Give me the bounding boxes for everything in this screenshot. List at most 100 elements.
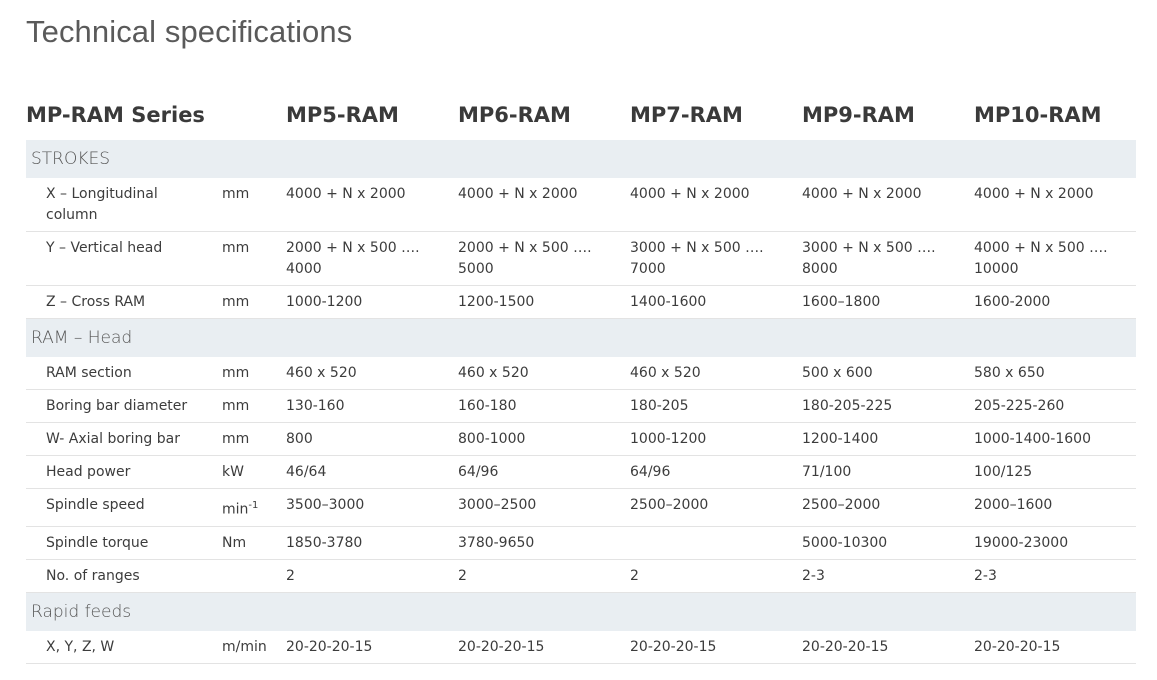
unit-text: mm xyxy=(222,365,250,381)
section-title: RAM – Head xyxy=(26,318,1136,357)
row-unit: mm xyxy=(216,231,280,286)
row-unit: mm xyxy=(216,178,280,232)
unit-text: mm xyxy=(222,240,250,256)
row-label: W- Axial boring bar xyxy=(26,422,216,456)
row-unit: min-1 xyxy=(216,488,280,527)
spec-value: 2 xyxy=(624,559,796,593)
row-label: X – Longitudinal column xyxy=(26,178,216,232)
table-row: Boring bar diameter mm 130-160 160-180 180-2… xyxy=(26,389,1136,423)
row-unit: kW xyxy=(216,455,280,489)
spec-value: 71/100 xyxy=(796,455,968,489)
unit-text: mm xyxy=(222,294,250,310)
spec-value: 1000-1200 xyxy=(624,422,796,456)
row-label: Head power xyxy=(26,455,216,489)
row-unit: mm xyxy=(216,285,280,319)
spec-value: 64/96 xyxy=(624,455,796,489)
spec-value: 800-1000 xyxy=(452,422,624,456)
spec-value: 180-205 xyxy=(624,389,796,423)
spec-value: 20-20-20-15 xyxy=(796,630,968,664)
table-header-row: MP-RAM Series MP5-RAM MP6-RAM MP7-RAM MP… xyxy=(26,90,1136,140)
spec-value: 4000 + N x 2000 xyxy=(452,178,624,232)
spec-value: 5000-10300 xyxy=(796,526,968,560)
section-title: STROKES xyxy=(26,140,1136,178)
section-header-row: Rapid feeds xyxy=(26,592,1136,631)
spec-value: 20-20-20-15 xyxy=(968,630,1136,664)
row-label: Spindle torque xyxy=(26,526,216,560)
table-row: RAM section mm 460 x 520 460 x 520 460 x 520… xyxy=(26,357,1136,390)
spec-value: 130-160 xyxy=(280,389,452,423)
spec-value: 3500–3000 xyxy=(280,488,452,527)
spec-value: 20-20-20-15 xyxy=(280,630,452,664)
row-label: X, Y, Z, W xyxy=(26,630,216,664)
spec-value: 160-180 xyxy=(452,389,624,423)
spec-value: 500 x 600 xyxy=(796,357,968,390)
table-row: Spindle speed min-1 3500–3000 3000–2500 2500… xyxy=(26,488,1136,527)
spec-value: 1600-2000 xyxy=(968,285,1136,319)
spec-value: 1000-1200 xyxy=(280,285,452,319)
spec-value: 1400-1600 xyxy=(624,285,796,319)
unit-text: Nm xyxy=(222,534,247,551)
row-label: Y – Vertical head xyxy=(26,231,216,286)
row-unit xyxy=(216,559,280,593)
spec-value: 1850-3780 xyxy=(280,526,452,560)
unit-text: m/min xyxy=(222,638,267,655)
spec-value: 19000-23000 xyxy=(968,526,1136,560)
spec-value: 3000 + N x 500 …. 8000 xyxy=(796,231,968,286)
spec-value: 2 xyxy=(280,559,452,593)
row-unit: mm xyxy=(216,422,280,456)
unit-text: kW xyxy=(222,464,244,480)
spec-value: 46/64 xyxy=(280,455,452,489)
table-row: Spindle torque Nm 1850-3780 3780-9650 5000-1… xyxy=(26,526,1136,560)
row-unit: Nm xyxy=(216,526,280,560)
section-header-row: STROKES xyxy=(26,140,1136,178)
spec-value: 4000 + N x 2000 xyxy=(796,178,968,232)
spec-value: 1000-1400-1600 xyxy=(968,422,1136,456)
spec-value: 205-225-260 xyxy=(968,389,1136,423)
spec-value: 1200-1500 xyxy=(452,285,624,319)
spec-table-body: STROKES X – Longitudinal column mm 4000 + N… xyxy=(26,140,1136,664)
spec-value: 2-3 xyxy=(796,559,968,593)
spec-value: 2500–2000 xyxy=(796,488,968,527)
row-label: RAM section xyxy=(26,357,216,390)
row-unit: mm xyxy=(216,357,280,390)
spec-value: 4000 + N x 2000 xyxy=(280,178,452,232)
table-row: Head power kW 46/64 64/96 64/96 71/100 100/125 xyxy=(26,455,1136,489)
table-row: Z – Cross RAM mm 1000-1200 1200-1500 1400-16… xyxy=(26,285,1136,319)
model-header: MP7-RAM xyxy=(630,103,743,127)
table-row: No. of ranges 2 2 2 2-3 2-3 xyxy=(26,559,1136,593)
row-unit: m/min xyxy=(216,630,280,664)
spec-value: 460 x 520 xyxy=(452,357,624,390)
row-label: Z – Cross RAM xyxy=(26,285,216,319)
model-header: MP10-RAM xyxy=(974,103,1102,127)
model-header: MP9-RAM xyxy=(802,103,915,127)
spec-value: 2500–2000 xyxy=(624,488,796,527)
spec-value: 64/96 xyxy=(452,455,624,489)
spec-value: 460 x 520 xyxy=(280,357,452,390)
series-label: MP-RAM Series xyxy=(26,103,205,127)
spec-table: MP-RAM Series MP5-RAM MP6-RAM MP7-RAM MP… xyxy=(26,90,1136,664)
page-title: Technical specifications xyxy=(26,14,353,49)
unit-text: mm xyxy=(222,431,250,447)
spec-value: 2000 + N x 500 …. 4000 xyxy=(280,231,452,286)
spec-value: 20-20-20-15 xyxy=(624,630,796,664)
spec-value xyxy=(624,526,796,560)
table-row: W- Axial boring bar mm 800 800-1000 1000-120… xyxy=(26,422,1136,456)
spec-value: 3000 + N x 500 …. 7000 xyxy=(624,231,796,286)
spec-value: 3780-9650 xyxy=(452,526,624,560)
table-row: X, Y, Z, Wm/min 20-20-20-15 20-20-20-15 20-… xyxy=(26,630,1136,664)
spec-value: 1600–1800 xyxy=(796,285,968,319)
spec-value: 1200-1400 xyxy=(796,422,968,456)
unit-text: mm xyxy=(222,186,250,202)
row-unit: mm xyxy=(216,389,280,423)
row-label: No. of ranges xyxy=(26,559,216,593)
unit-superscript: -1 xyxy=(248,500,259,511)
spec-value: 20-20-20-15 xyxy=(452,630,624,664)
model-header: MP6-RAM xyxy=(458,103,571,127)
spec-value: 580 x 650 xyxy=(968,357,1136,390)
unit-text: min xyxy=(222,501,249,518)
spec-value: 100/125 xyxy=(968,455,1136,489)
model-header: MP5-RAM xyxy=(286,103,399,127)
unit-text: mm xyxy=(222,398,250,414)
spec-value: 3000–2500 xyxy=(452,488,624,527)
row-label: Boring bar diameter xyxy=(26,389,216,423)
